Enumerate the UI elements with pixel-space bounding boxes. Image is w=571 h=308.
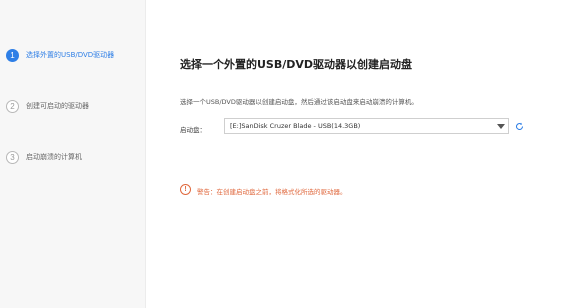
warning-message: 警告：在创建启动盘之前，将格式化所选的驱动器。 [197, 188, 347, 196]
step-label: 选择外置的USB/DVD驱动器 [26, 51, 115, 59]
sidebar: 1 选择外置的USB/DVD驱动器 2 创建可启动的驱动器 3 启动崩溃的计算机 [0, 0, 146, 308]
page-description: 选择一个USB/DVD驱动器以创建启动盘，然后通过该启动盘来启动崩溃的计算机。 [180, 98, 418, 106]
step-number: 3 [6, 150, 19, 164]
step-number: 1 [6, 48, 19, 62]
step-number: 2 [6, 99, 19, 113]
boot-drive-value: [E:]SanDisk Cruzer Blade - USB(14.3GB) [230, 122, 361, 130]
refresh-icon[interactable] [515, 122, 524, 131]
boot-drive-label: 启动盘： [180, 126, 206, 134]
step-label: 创建可启动的驱动器 [26, 102, 89, 110]
step-label: 启动崩溃的计算机 [26, 153, 82, 161]
boot-drive-select[interactable]: [E:]SanDisk Cruzer Blade - USB(14.3GB) [224, 118, 509, 134]
page-title: 选择一个外置的USB/DVD驱动器以创建启动盘 [180, 58, 413, 71]
step-select-drive: 1 选择外置的USB/DVD驱动器 [6, 46, 114, 64]
chevron-down-icon[interactable] [497, 124, 505, 129]
step-create-bootable-drive: 2 创建可启动的驱动器 [6, 97, 89, 115]
step-boot-crashed-computer: 3 启动崩溃的计算机 [6, 148, 82, 166]
warning-icon: ! [180, 184, 191, 195]
